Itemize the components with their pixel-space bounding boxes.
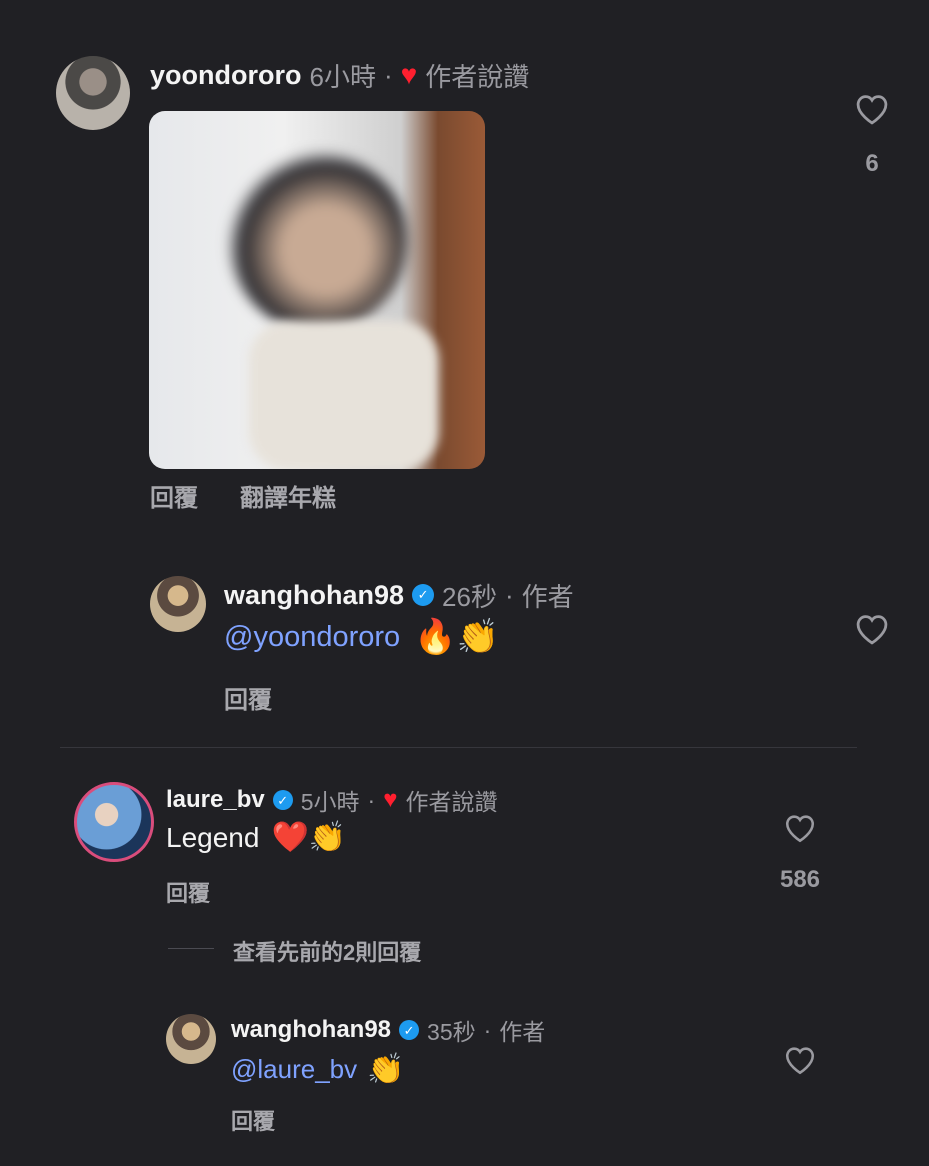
comment-image[interactable] — [149, 111, 485, 469]
translate-button[interactable]: 翻譯年糕 — [240, 478, 336, 513]
avatar-yoondororo[interactable] — [56, 56, 130, 130]
avatar-laure_bv[interactable] — [74, 782, 154, 862]
author-label: 作者 — [521, 581, 574, 612]
separator: · — [367, 786, 376, 813]
comment-header: yoondororo 6小時 · ♥ 作者說讚 — [150, 58, 529, 92]
verified-badge-icon — [272, 790, 293, 810]
timestamp: 35秒 — [427, 1019, 476, 1045]
comment-text: Legend — [166, 822, 260, 853]
timestamp: 26秒 — [442, 581, 497, 612]
reply-button[interactable]: 回覆 — [150, 478, 198, 513]
reply-body: @yoondororo 🔥👏 — [224, 620, 499, 654]
like-count: 586 — [779, 866, 821, 893]
verified-badge-icon — [399, 1020, 420, 1040]
heart-outline-icon[interactable] — [853, 92, 891, 126]
comment-header: laure_bv 5小時 · ♥ 作者說讚 — [166, 786, 498, 815]
reply-header: wanghohan98 35秒 · 作者 — [231, 1016, 546, 1045]
emoji-text: ❤️👏 — [271, 821, 347, 854]
like-count: 6 — [865, 150, 879, 177]
author-label: 作者 — [499, 1019, 546, 1045]
red-heart-icon: ♥ — [383, 786, 398, 813]
username[interactable]: wanghohan98 — [224, 580, 404, 611]
view-previous-replies-button[interactable]: 查看先前的2則回覆 — [233, 935, 421, 967]
comment-body: Legend ❤️👏 — [166, 822, 346, 854]
reply-body: @laure_bv 👏 — [231, 1054, 405, 1085]
separator: · — [504, 579, 514, 610]
author-liked-label: 作者說讚 — [405, 789, 498, 815]
verified-badge-icon — [412, 584, 435, 606]
avatar-wanghohan98[interactable] — [166, 1014, 216, 1064]
timestamp: 6小時 — [309, 61, 376, 92]
mention-link[interactable]: @yoondororo — [224, 621, 400, 654]
author-liked-label: 作者說讚 — [425, 61, 530, 92]
heart-outline-icon[interactable] — [853, 612, 891, 646]
reply-header: wanghohan98 26秒 · 作者 — [224, 578, 574, 612]
comment-actions: 回覆 翻譯年糕 — [150, 478, 336, 513]
emoji-text: 🔥👏 — [414, 618, 499, 656]
separator: · — [383, 59, 393, 90]
reply-button[interactable]: 回覆 — [166, 876, 210, 908]
red-heart-icon: ♥ — [400, 59, 418, 90]
reply-button[interactable]: 回覆 — [224, 680, 272, 715]
avatar-wanghohan98[interactable] — [150, 576, 206, 632]
reply-button[interactable]: 回覆 — [231, 1104, 275, 1136]
heart-outline-icon[interactable] — [783, 1044, 817, 1076]
username[interactable]: laure_bv — [166, 786, 265, 814]
heart-outline-icon[interactable] — [783, 812, 817, 844]
emoji-text: 👏 — [367, 1052, 405, 1086]
mention-link[interactable]: @laure_bv — [231, 1054, 357, 1085]
username[interactable]: wanghohan98 — [231, 1016, 391, 1044]
separator: · — [483, 1016, 492, 1043]
username[interactable]: yoondororo — [150, 60, 301, 91]
timestamp: 5小時 — [300, 789, 360, 815]
view-replies-line — [168, 948, 214, 949]
separator-line — [60, 747, 857, 748]
